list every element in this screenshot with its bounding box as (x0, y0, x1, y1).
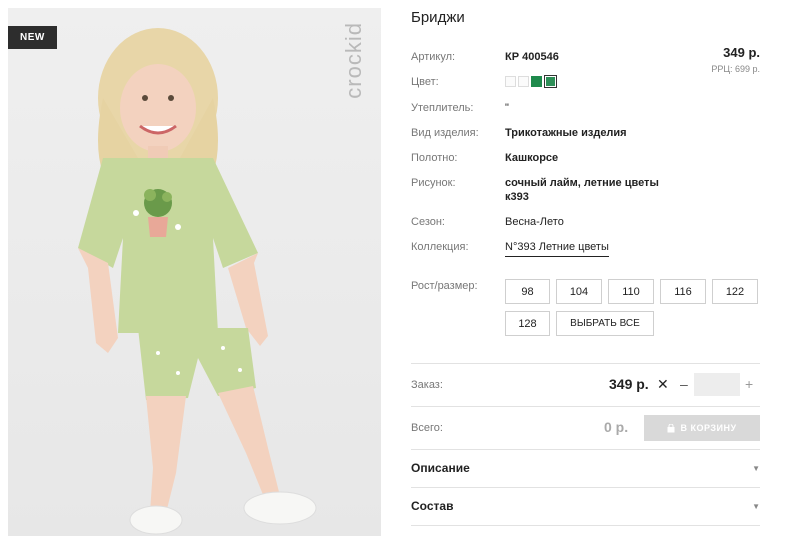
quantity-input[interactable] (694, 373, 740, 396)
accordion-description-title: Описание (411, 461, 470, 475)
chevron-down-icon: ▼ (752, 501, 760, 511)
accordion-description[interactable]: Описание ▼ (411, 449, 760, 487)
total-value: 0 р. (604, 419, 629, 435)
divider (411, 406, 760, 407)
color-swatch[interactable] (518, 76, 529, 87)
value-fabric: Кашкорсе (505, 152, 559, 164)
label-season: Сезон: (411, 216, 445, 228)
order-label: Заказ: (411, 379, 443, 391)
size-option-98[interactable]: 98 (505, 279, 550, 304)
label-product-type: Вид изделия: (411, 127, 479, 139)
value-insulation: " (505, 102, 509, 114)
times-icon: ✕ (657, 376, 669, 392)
label-pattern: Рисунок: (411, 177, 456, 189)
value-pattern-code: к393 (505, 191, 529, 203)
product-price: 349 р. (723, 45, 760, 60)
order-price: 349 р. (609, 376, 649, 392)
label-insulation: Утеплитель: (411, 102, 474, 114)
brand-logo-text: crockid (341, 22, 366, 99)
model-illustration (78, 28, 317, 535)
color-swatch-selected[interactable] (544, 75, 557, 88)
size-option-122[interactable]: 122 (712, 279, 758, 304)
select-all-sizes-button[interactable]: ВЫБРАТЬ ВСЕ (556, 311, 654, 336)
color-swatch[interactable] (505, 76, 516, 87)
value-season: Весна-Лето (505, 216, 564, 228)
size-option-116[interactable]: 116 (660, 279, 706, 304)
new-badge: NEW (8, 26, 57, 49)
divider (411, 525, 760, 526)
color-swatches (505, 75, 557, 88)
brand-logo: crockid (339, 22, 367, 162)
accordion-composition[interactable]: Состав ▼ (411, 487, 760, 525)
collection-link-wrap: N°393 Летние цветы (505, 241, 609, 257)
label-collection: Коллекция: (411, 241, 469, 253)
cart-icon (667, 423, 675, 432)
quantity-decrease-button[interactable]: – (680, 376, 688, 392)
quantity-increase-button[interactable]: + (745, 376, 753, 392)
label-fabric: Полотно: (411, 152, 458, 164)
value-product-type: Трикотажные изделия (505, 127, 627, 139)
label-size: Рост/размер: (411, 280, 478, 292)
accordion-composition-title: Состав (411, 499, 454, 513)
total-label: Всего: (411, 422, 443, 434)
collection-link[interactable]: N°393 Летние цветы (505, 241, 609, 257)
size-option-110[interactable]: 110 (608, 279, 654, 304)
value-article: КР 400546 (505, 51, 559, 63)
size-option-128[interactable]: 128 (505, 311, 550, 336)
label-article: Артикул: (411, 51, 456, 63)
product-photo[interactable]: NEW crockid (8, 8, 381, 536)
product-rrp: РРЦ: 699 р. (711, 64, 760, 74)
add-to-cart-label: В КОРЗИНУ (680, 423, 737, 433)
add-to-cart-button[interactable]: В КОРЗИНУ (644, 415, 760, 441)
label-color: Цвет: (411, 76, 439, 88)
chevron-down-icon: ▼ (752, 463, 760, 473)
product-title: Бриджи (411, 9, 465, 26)
divider (411, 363, 760, 364)
color-swatch[interactable] (531, 76, 542, 87)
size-option-104[interactable]: 104 (556, 279, 602, 304)
value-pattern: сочный лайм, летние цветы (505, 177, 659, 189)
